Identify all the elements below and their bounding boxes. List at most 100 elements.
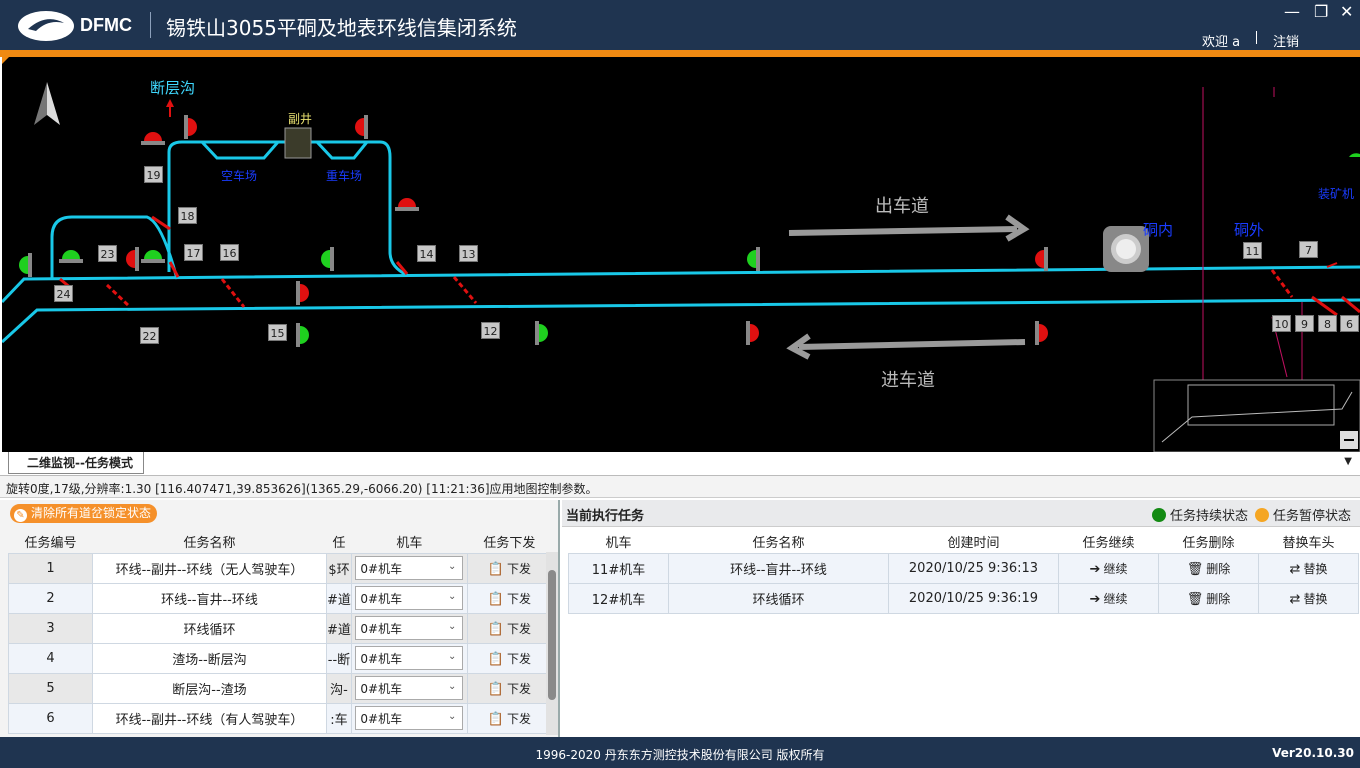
- continue-button[interactable]: ➔ 继续: [1058, 582, 1159, 614]
- loco-select[interactable]: 0#机车 ⌄: [355, 676, 464, 700]
- arrow-right-circle-icon: ➔: [1089, 561, 1101, 577]
- table-row[interactable]: 3 环线循环 #道 0#机车 ⌄ 📋 下发: [8, 612, 552, 644]
- map-status-text: 旋转0度,17级,分辨率:1.30 [116.407471,39.853626]…: [0, 476, 1360, 498]
- created-time: 2020/10/25 9:36:19: [888, 582, 1059, 614]
- north-arrow-icon: [34, 82, 47, 125]
- trash-icon: 🗑: [1186, 561, 1204, 577]
- issue-button[interactable]: 📋 下发: [466, 702, 552, 734]
- section-label: 11: [1243, 242, 1262, 259]
- title-bar: DFMC 锡铁山3055平硐及地表环线信集闭系统 — ❐ ✕ 欢迎 a 注销: [0, 0, 1360, 50]
- chevron-down-icon[interactable]: ▼: [1344, 456, 1352, 467]
- section-label: 14: [417, 245, 436, 262]
- column-header: 机车: [568, 531, 669, 553]
- loco-select[interactable]: 0#机车 ⌄: [355, 646, 464, 670]
- label-duancenggou: 断层沟: [150, 79, 196, 97]
- issue-button[interactable]: 📋 下发: [466, 642, 552, 674]
- table-row[interactable]: 12#机车 环线循环 2020/10/25 9:36:19 ➔ 继续 🗑 删除 ⇄ 替…: [568, 582, 1359, 614]
- label-zhongchechang: 重车场: [326, 169, 363, 183]
- column-header: 任务下发: [467, 531, 552, 553]
- chevron-down-icon: ⌄: [448, 591, 457, 602]
- section-label: 22: [140, 327, 159, 344]
- created-time: 2020/10/25 9:36:13: [888, 552, 1059, 584]
- table-row[interactable]: 2 环线--盲井--环线 #道 0#机车 ⌄ 📋 下发: [8, 582, 552, 614]
- label-dongnei: 硐内: [1143, 221, 1174, 239]
- minimize-icon[interactable]: —: [1284, 2, 1300, 21]
- issue-icon: 📋: [487, 561, 504, 577]
- clear-lock-button[interactable]: ✎ 清除所有道岔锁定状态: [10, 504, 158, 523]
- task-id: 2: [8, 582, 93, 614]
- accent-bar: [0, 50, 1360, 57]
- table-row[interactable]: 4 渣场--断层沟 --断 0#机车 ⌄ 📋 下发: [8, 642, 552, 674]
- issue-icon: 📋: [487, 681, 504, 697]
- task-cell: #道: [326, 582, 352, 614]
- table-row[interactable]: 11#机车 环线--盲井--环线 2020/10/25 9:36:13 ➔ 继续 …: [568, 552, 1359, 584]
- loco-select[interactable]: 0#机车 ⌄: [355, 706, 464, 730]
- task-id: 6: [8, 702, 93, 734]
- task-list-scrollbar[interactable]: [546, 552, 558, 735]
- column-header: 任务删除: [1158, 531, 1259, 553]
- task-name: 环线--盲井--环线: [668, 552, 889, 584]
- task-name: 环线--副井--环线（有人驾驶车）: [92, 702, 327, 734]
- section-label: 16: [220, 244, 239, 261]
- section-label: 9: [1295, 315, 1314, 332]
- task-cell: --断: [326, 642, 352, 674]
- task-cell: 沟-: [326, 672, 352, 704]
- legend-running: 任务持续状态: [1152, 505, 1248, 524]
- table-row[interactable]: 6 环线--副井--环线（有人驾驶车） :车 0#机车 ⌄ 📋 下发: [8, 702, 552, 734]
- section-label: 6: [1340, 315, 1359, 332]
- issue-button[interactable]: 📋 下发: [466, 552, 552, 584]
- table-row[interactable]: 5 断层沟--渣场 沟- 0#机车 ⌄ 📋 下发: [8, 672, 552, 704]
- chevron-down-icon: ⌄: [448, 681, 457, 692]
- column-header: 任务编号: [8, 531, 93, 553]
- task-cell: $环: [326, 552, 352, 584]
- column-header: 任: [326, 531, 352, 553]
- chevron-down-icon: ⌄: [448, 561, 457, 572]
- task-name: 渣场--断层沟: [92, 642, 327, 674]
- logout-link[interactable]: 注销: [1273, 31, 1299, 50]
- loco-select[interactable]: 0#机车 ⌄: [355, 586, 464, 610]
- section-label: 8: [1318, 315, 1337, 332]
- section-label: 17: [184, 244, 203, 261]
- dfmc-logo-icon: [18, 11, 74, 41]
- column-header: 创建时间: [888, 531, 1059, 553]
- replace-button[interactable]: ⇄ 替换: [1258, 582, 1359, 614]
- task-name: 环线循环: [92, 612, 327, 644]
- minimap: [1153, 379, 1360, 452]
- logo-text: DFMC: [80, 15, 132, 35]
- replace-button[interactable]: ⇄ 替换: [1258, 552, 1359, 584]
- column-header: 任务名称: [668, 531, 889, 553]
- table-row[interactable]: 1 环线--副井--环线（无人驾驶车） $环 0#机车 ⌄ 📋 下发: [8, 552, 552, 584]
- chevron-down-icon: ⌄: [448, 621, 457, 632]
- loco-cell: 11#机车: [568, 552, 669, 584]
- loco-select[interactable]: 0#机车 ⌄: [355, 556, 464, 580]
- divider: [150, 12, 151, 38]
- section-label: 23: [98, 245, 117, 262]
- continue-button[interactable]: ➔ 继续: [1058, 552, 1159, 584]
- app-title: 锡铁山3055平硐及地表环线信集闭系统: [166, 16, 517, 40]
- chevron-down-icon: ⌄: [448, 651, 457, 662]
- label-chuchedao: 出车道: [875, 196, 929, 217]
- map-canvas[interactable]: 断层沟 副井 空车场 重车场 出车道 进车道 硐内 硐外 装矿机 19 18 2…: [2, 57, 1360, 452]
- section-label: 7: [1299, 241, 1318, 258]
- issue-button[interactable]: 📋 下发: [466, 582, 552, 614]
- tab-2d-monitor[interactable]: 二维监视--任务模式: [8, 452, 144, 474]
- issue-icon: 📋: [487, 591, 504, 607]
- view-tab-bar: 二维监视--任务模式 ▼: [0, 452, 1360, 476]
- close-icon[interactable]: ✕: [1340, 2, 1353, 21]
- delete-button[interactable]: 🗑 删除: [1158, 552, 1259, 584]
- delete-button[interactable]: 🗑 删除: [1158, 582, 1259, 614]
- label-fujing: 副井: [288, 112, 313, 126]
- column-header: 替换车头: [1258, 531, 1359, 553]
- restore-icon[interactable]: ❐: [1314, 2, 1328, 21]
- task-table: 任务编号 任务名称 任 机车 任务下发 1 环线--副井--环线（无人驾驶车） …: [8, 531, 552, 734]
- task-name: 环线--盲井--环线: [92, 582, 327, 614]
- section-label: 19: [144, 166, 163, 183]
- task-name: 环线--副井--环线（无人驾驶车）: [92, 552, 327, 584]
- scrollbar-thumb[interactable]: [548, 570, 556, 700]
- loco-select[interactable]: 0#机车 ⌄: [355, 616, 464, 640]
- issue-button[interactable]: 📋 下发: [466, 612, 552, 644]
- task-id: 1: [8, 552, 93, 584]
- section-label: 24: [54, 285, 73, 302]
- issue-button[interactable]: 📋 下发: [466, 672, 552, 704]
- label-jinchedao: 进车道: [881, 370, 935, 391]
